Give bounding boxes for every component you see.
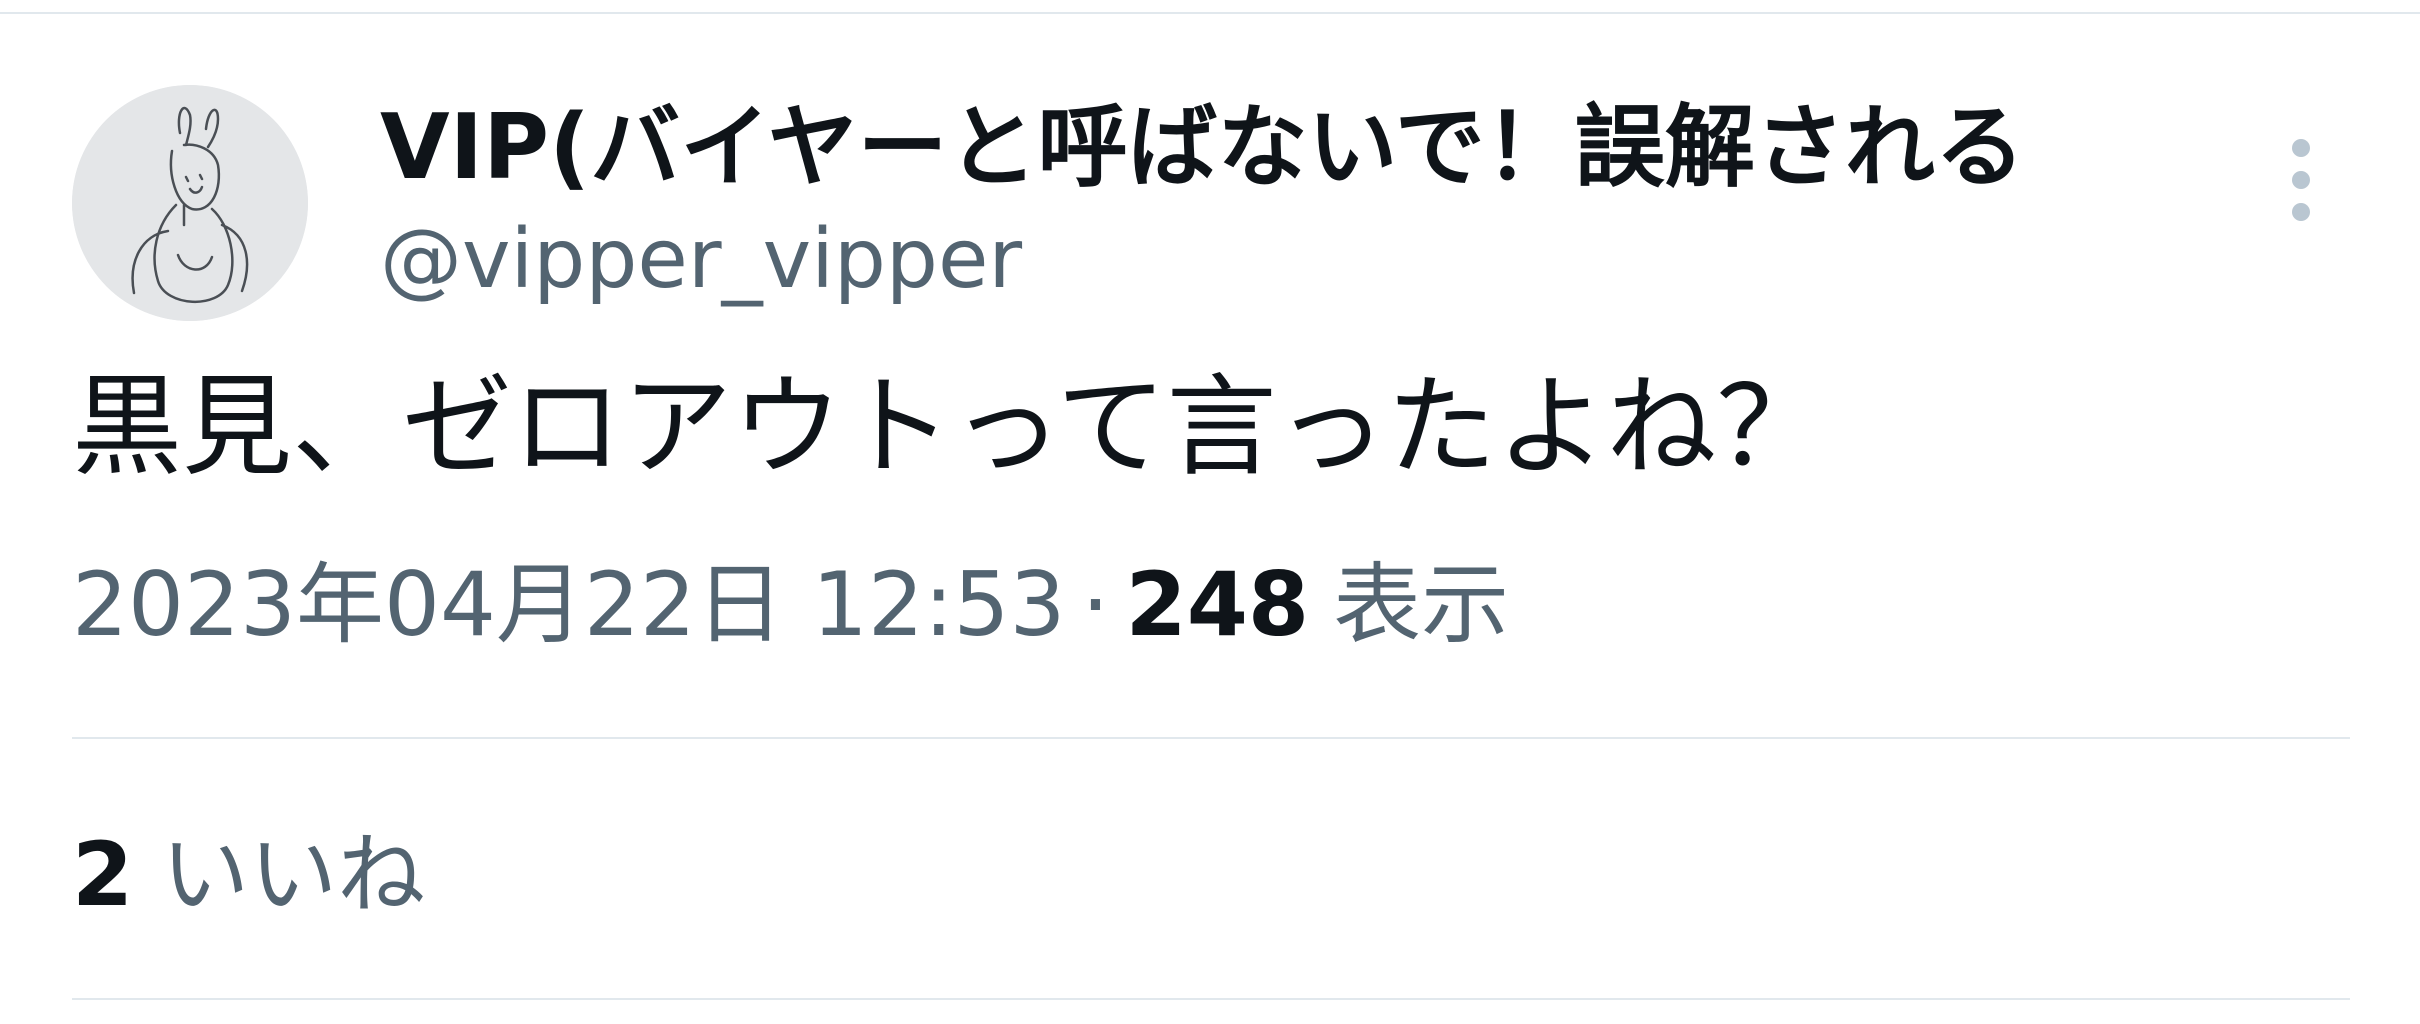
tweet-timestamp[interactable]: 2023年04月22日 12:53: [72, 553, 1065, 656]
tweet-text: 黒見、ゼロアウトって言ったよね？: [72, 363, 1827, 491]
likes-summary[interactable]: 2 いいね: [72, 815, 425, 935]
tweet-meta: 2023年04月22日 12:53 · 248 表示: [72, 545, 1509, 665]
more-options-button[interactable]: [2270, 130, 2332, 230]
divider: [72, 998, 2350, 1000]
avatar-sketch-icon: [72, 85, 308, 321]
likes-count: 2: [72, 823, 134, 926]
likes-label: いいね: [161, 823, 426, 926]
author-handle[interactable]: @vipper_vipper: [380, 200, 1022, 320]
more-vertical-icon: [2292, 139, 2310, 221]
views-count: 248: [1125, 553, 1310, 656]
top-divider: [0, 12, 2420, 14]
author-display-name[interactable]: VIP(バイヤーと呼ばないで！誤解される: [380, 88, 2025, 208]
divider: [72, 737, 2350, 739]
meta-separator: ·: [1081, 553, 1110, 656]
avatar[interactable]: [72, 85, 308, 321]
tweet-detail: VIP(バイヤーと呼ばないで！誤解される @vipper_vipper 黒見、ゼ…: [0, 0, 2420, 1024]
views-label: 表示: [1333, 553, 1510, 656]
